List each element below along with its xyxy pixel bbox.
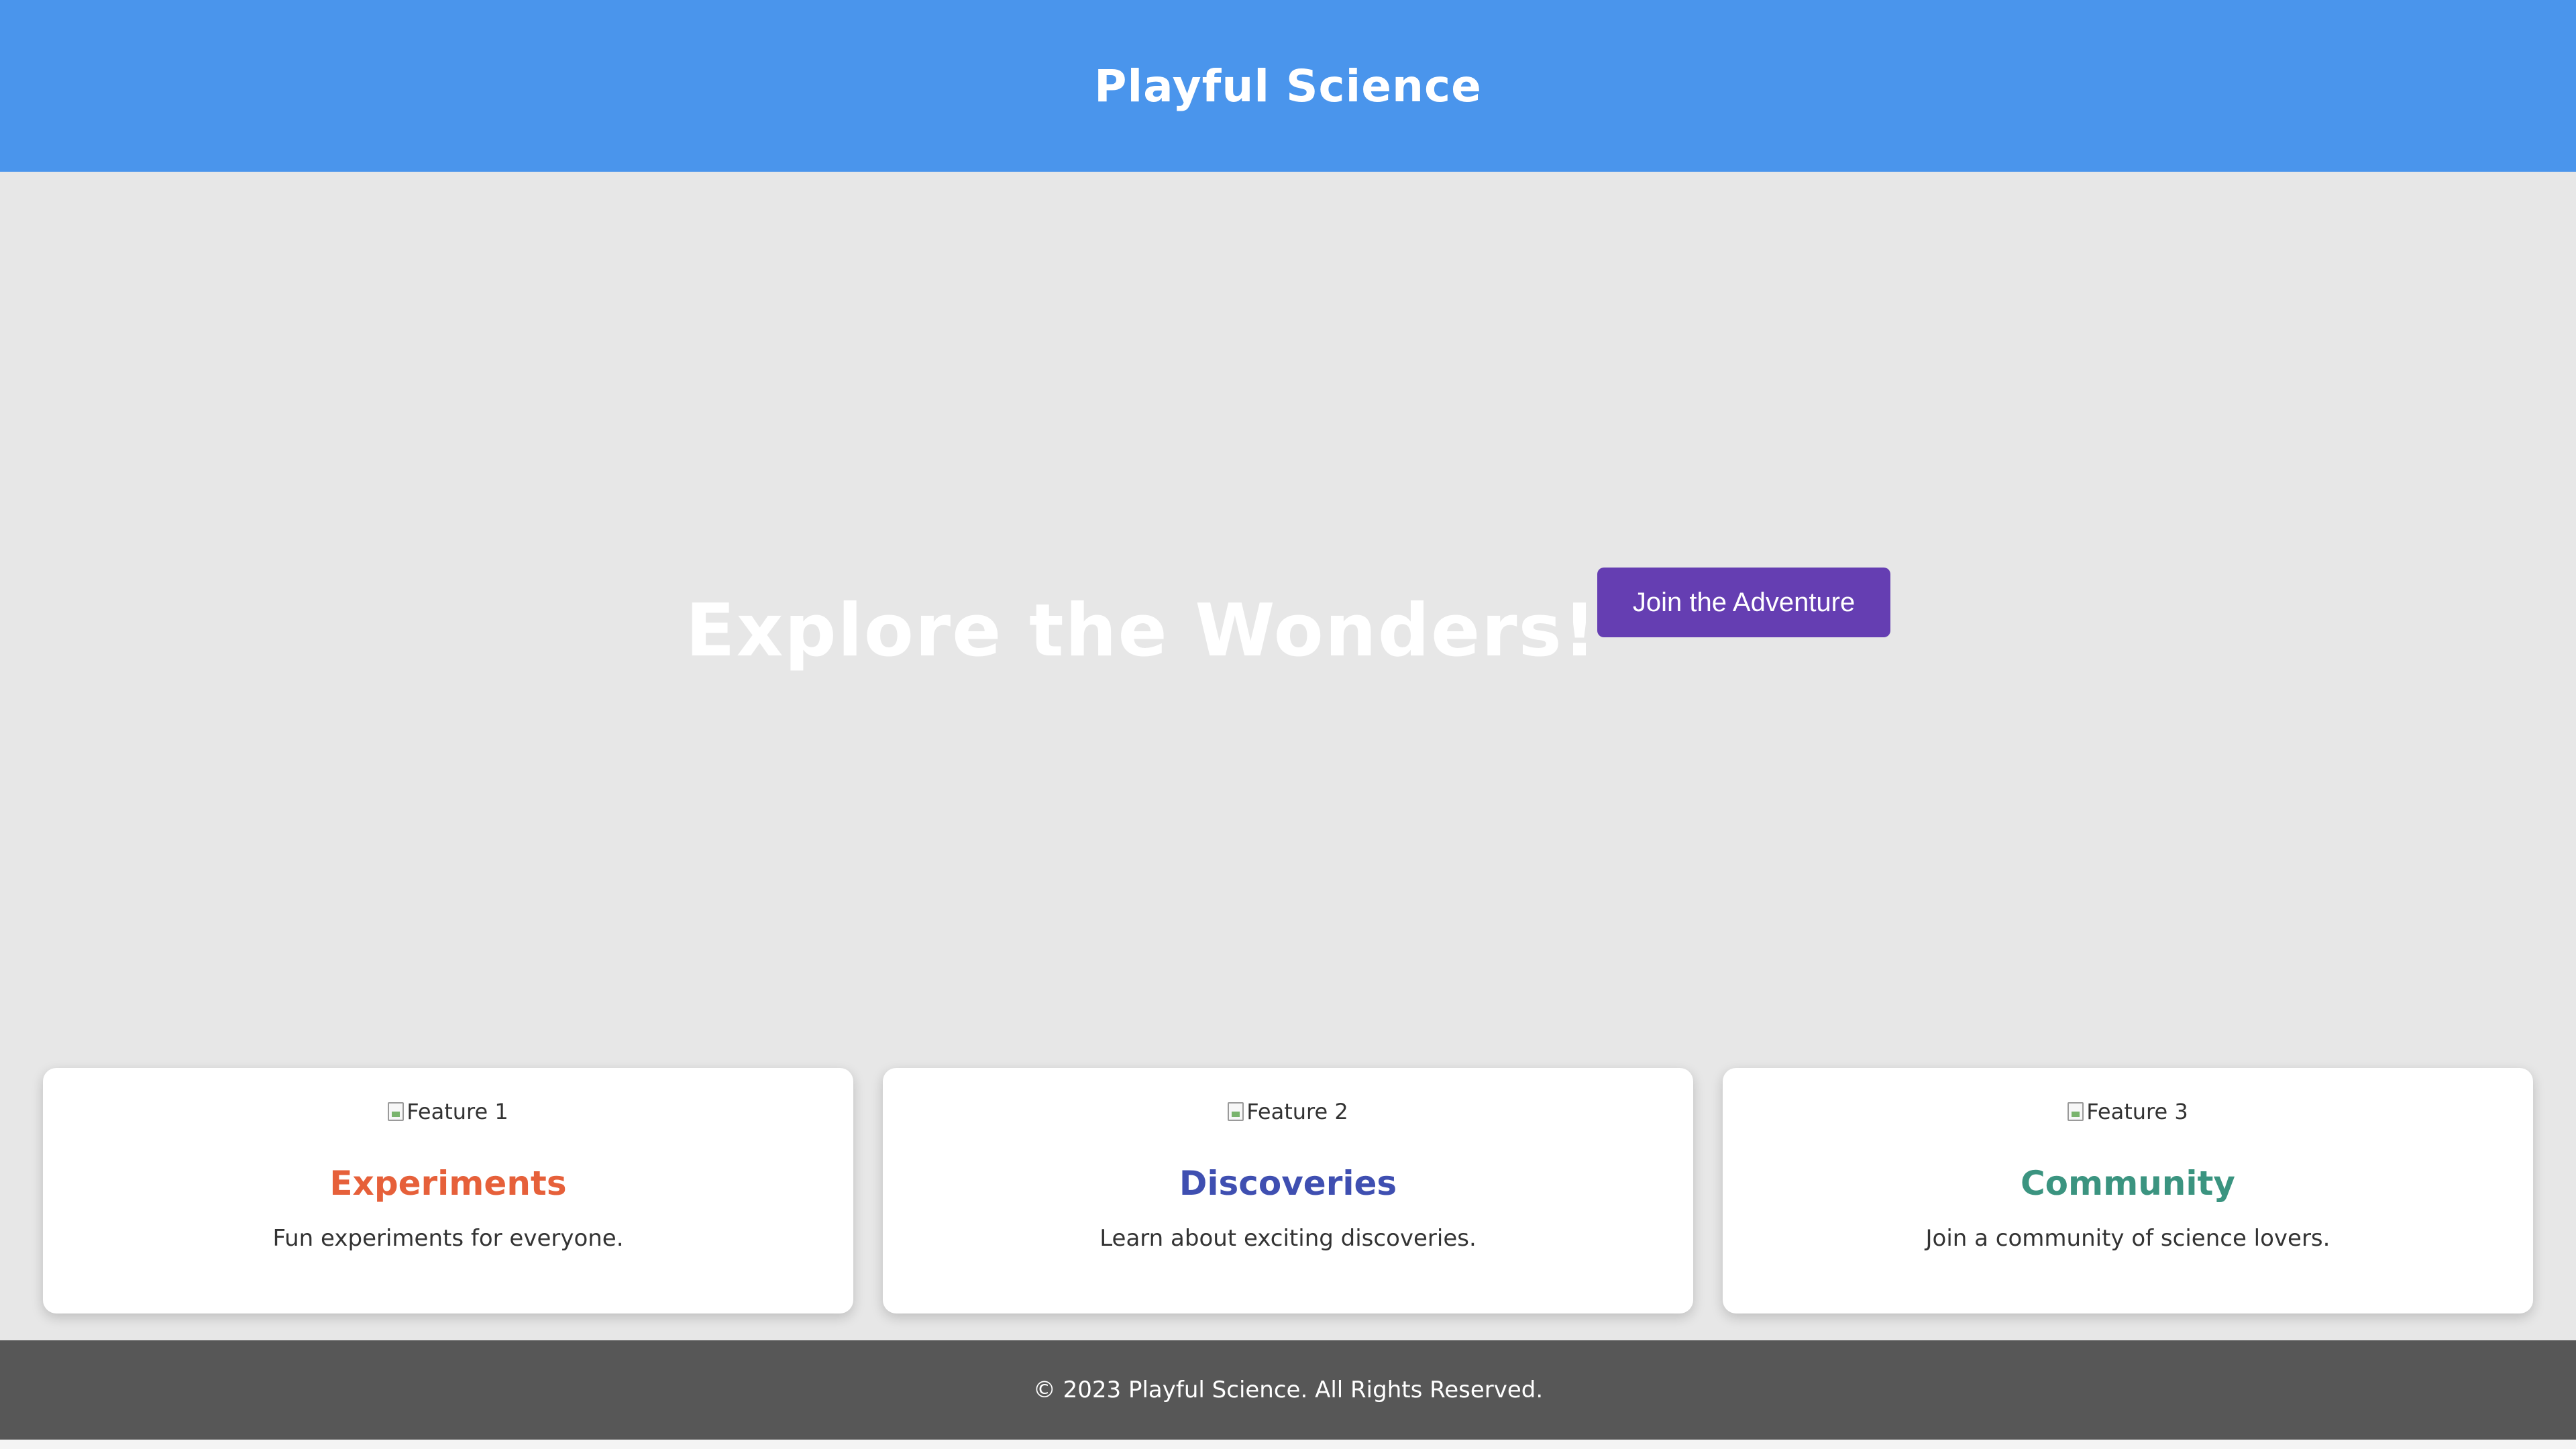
feature-card-community: Feature 3 Community Join a community of … [1723, 1068, 2533, 1313]
broken-image-icon [1228, 1102, 1244, 1121]
feature-image-alt: Feature 1 [407, 1099, 508, 1124]
feature-title: Experiments [329, 1164, 567, 1203]
feature-image: Feature 3 [2068, 1095, 2188, 1128]
feature-image: Feature 1 [388, 1095, 508, 1128]
site-header: Playful Science [0, 0, 2576, 172]
site-title: Playful Science [1094, 60, 1482, 112]
feature-title: Community [2020, 1164, 2236, 1203]
feature-description: Join a community of science lovers. [1925, 1225, 2330, 1252]
features-section: Feature 1 Experiments Fun experiments fo… [43, 1068, 2533, 1313]
feature-image-alt: Feature 3 [2086, 1099, 2188, 1124]
copyright-text: © 2023 Playful Science. All Rights Reser… [1032, 1377, 1544, 1403]
feature-description: Fun experiments for everyone. [272, 1225, 624, 1252]
feature-title: Discoveries [1179, 1164, 1397, 1203]
feature-image-alt: Feature 2 [1246, 1099, 1348, 1124]
feature-description: Learn about exciting discoveries. [1099, 1225, 1477, 1252]
hero-content: Explore the Wonders! Join the Adventure [0, 568, 2576, 682]
join-adventure-button[interactable]: Join the Adventure [1597, 568, 1891, 637]
broken-image-icon [2068, 1102, 2084, 1121]
site-footer: © 2023 Playful Science. All Rights Reser… [0, 1340, 2576, 1440]
feature-image: Feature 2 [1228, 1095, 1348, 1128]
broken-image-icon [388, 1102, 405, 1121]
feature-card-experiments: Feature 1 Experiments Fun experiments fo… [43, 1068, 853, 1313]
hero-title: Explore the Wonders! [685, 589, 1598, 673]
feature-card-discoveries: Feature 2 Discoveries Learn about exciti… [883, 1068, 1693, 1313]
